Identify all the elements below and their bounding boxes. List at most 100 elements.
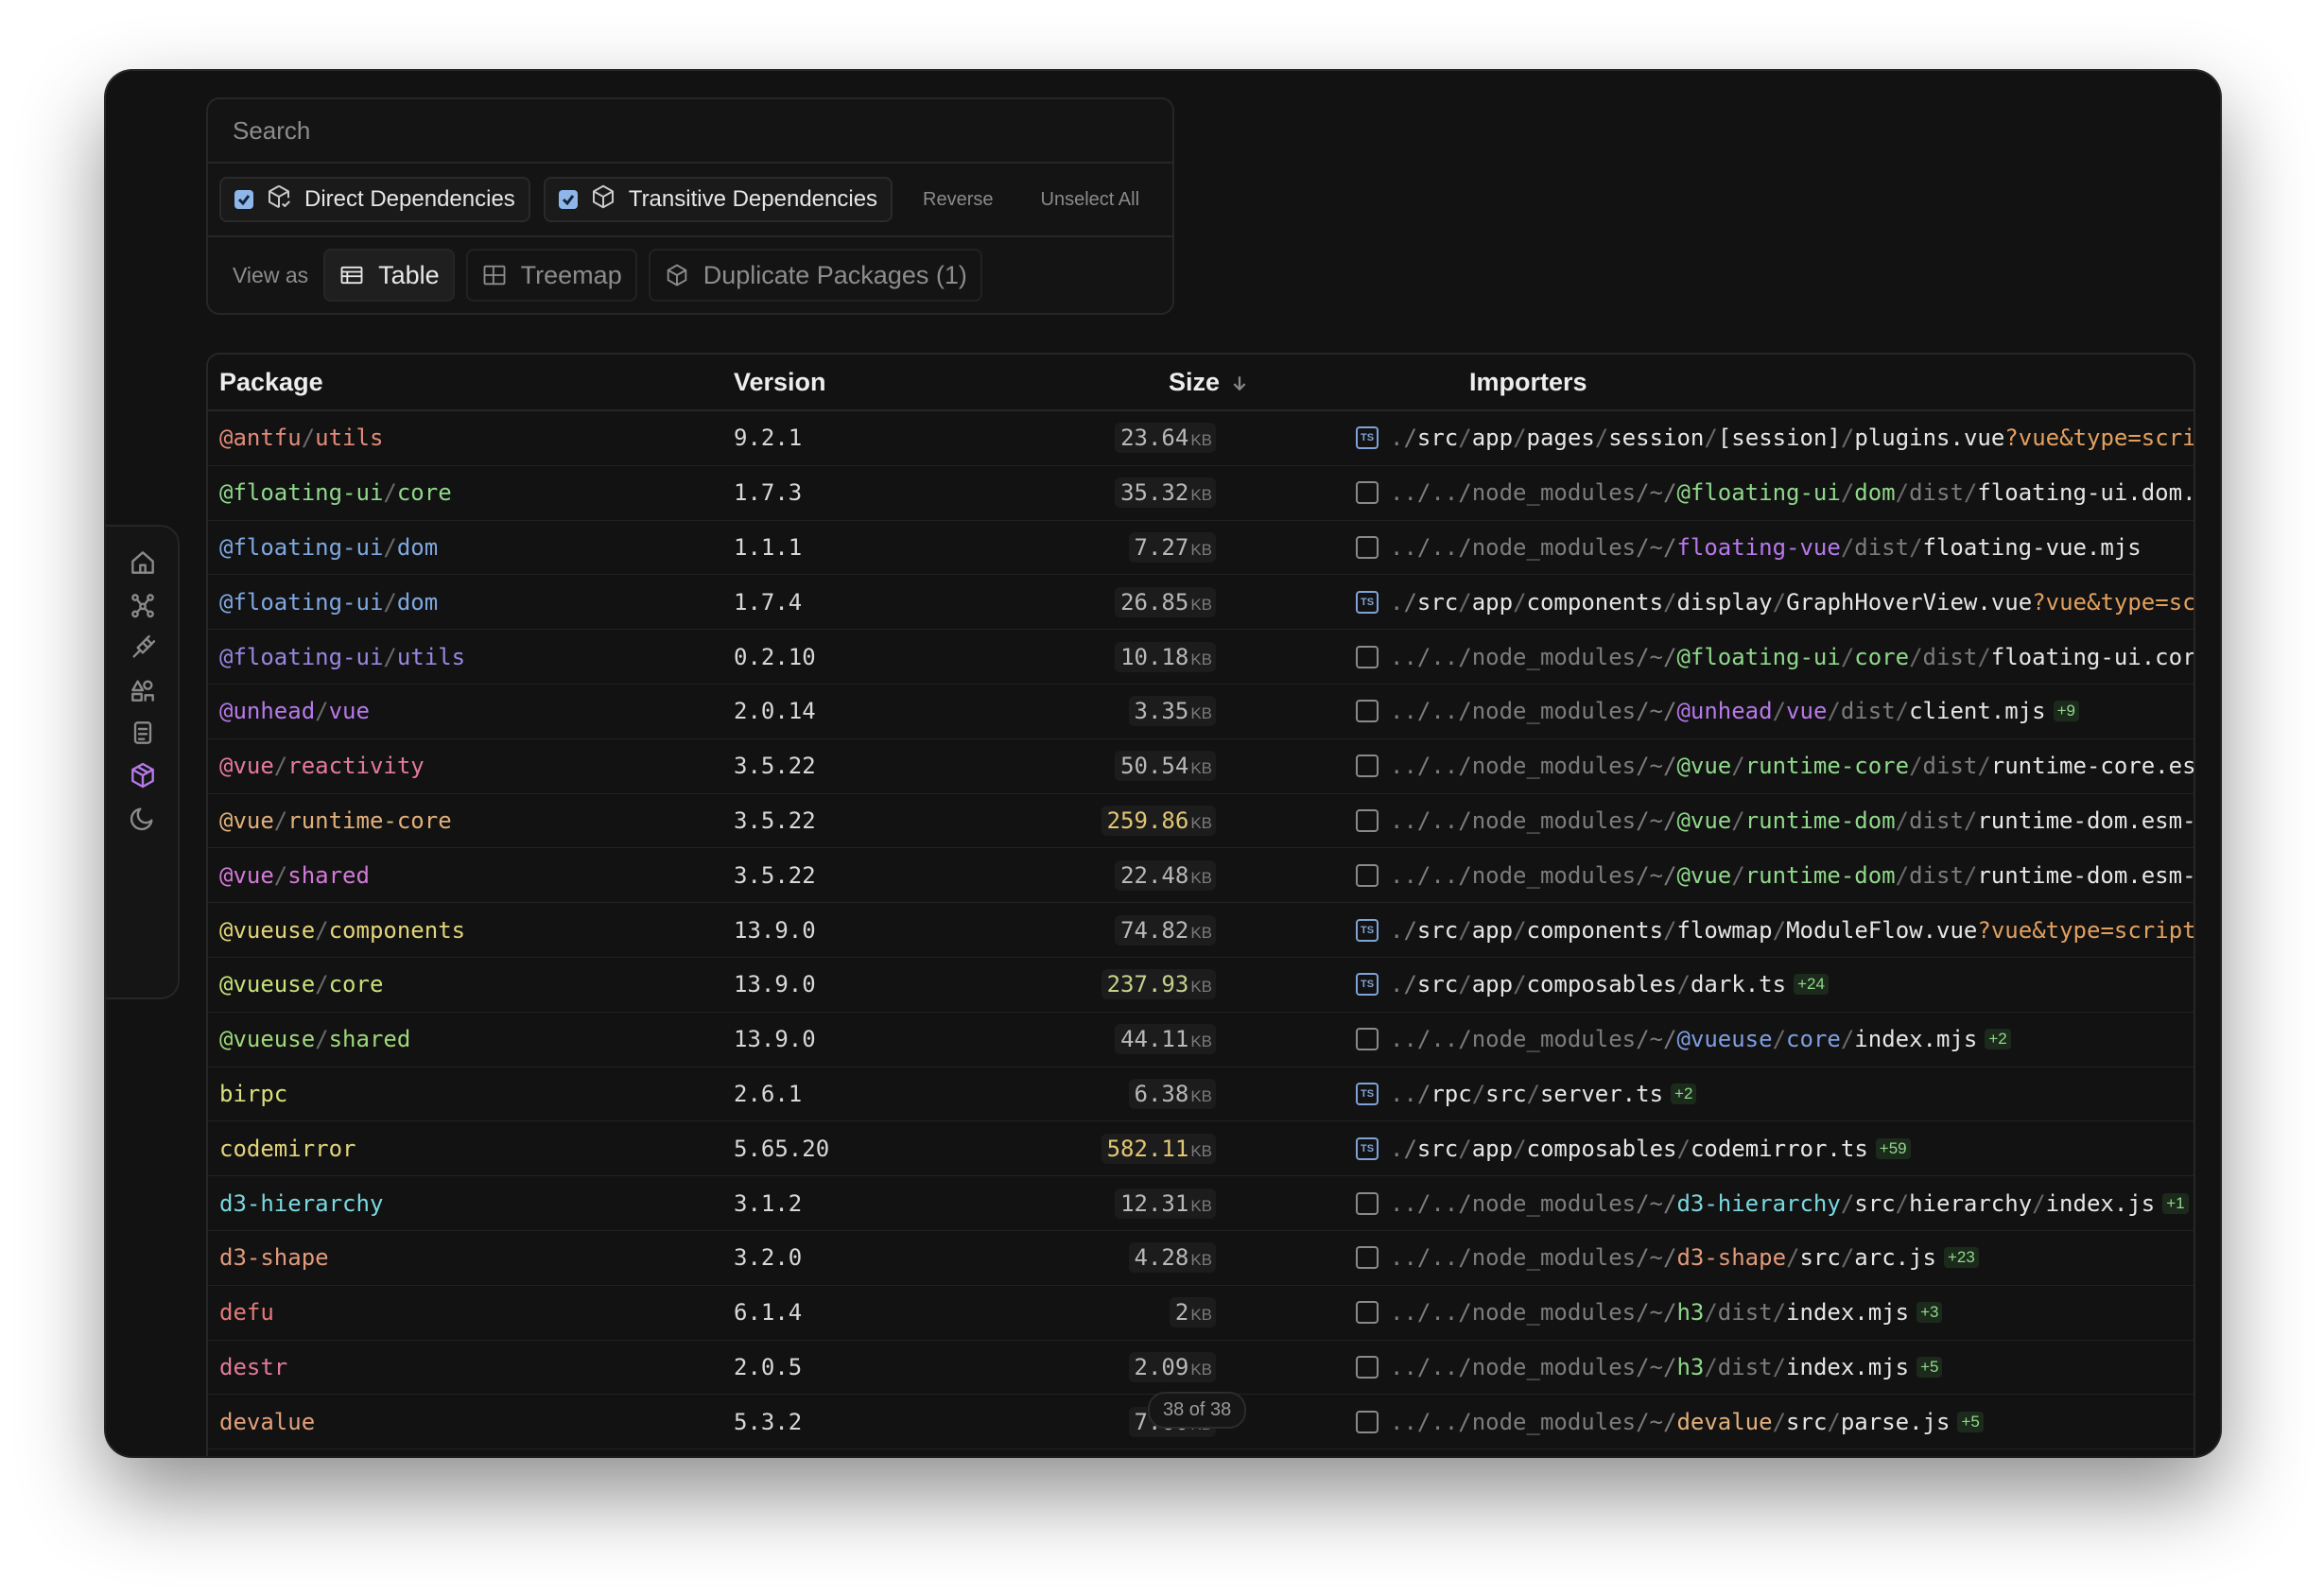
importer-path[interactable]: TS ./src/app/pages/session/[session]/plug… (1356, 411, 2194, 465)
importer-path[interactable]: ../../node_modules/~/@vue/runtime-dom/di… (1356, 794, 2194, 848)
package-name[interactable]: @unhead / vue (219, 685, 370, 738)
reverse-button[interactable]: Reverse (906, 189, 1010, 211)
plugin-icon[interactable] (120, 625, 165, 670)
package-name[interactable]: @vue / runtime-core (219, 794, 452, 848)
table-row[interactable]: @floating-ui / utils 0.2.10 10.18 KB ../../nod… (208, 630, 2194, 685)
table-row[interactable]: @vueuse / shared 13.9.0 44.11 KB ../../node_mo… (208, 1013, 2194, 1067)
path-segment: / (1772, 1353, 1787, 1380)
importer-path[interactable]: ../../node_modules/~/@vue/runtime-dom/di… (1356, 848, 2194, 902)
more-importers-badge[interactable]: +2 (1671, 1083, 1697, 1104)
more-importers-badge[interactable]: +5 (1957, 1411, 1984, 1432)
path-segment: ../../node_modules/~/ (1390, 1244, 1677, 1272)
table-row[interactable]: d3-hierarchy 3.1.2 12.31 KB ../../node_modul… (208, 1176, 2194, 1231)
table-row[interactable]: codemirror 5.65.20 582.11 KB TS ./src/app/com… (208, 1121, 2194, 1177)
table-row[interactable]: birpc 2.6.1 6.38 KB TS ../rpc/src/server.ts +2 (208, 1067, 2194, 1122)
more-importers-badge[interactable]: +5 (1916, 1356, 1943, 1378)
size-unit: KB (1190, 1196, 1212, 1215)
package-name[interactable]: devalue (219, 1395, 315, 1449)
direct-dependencies-toggle[interactable]: Direct Dependencies (219, 177, 530, 222)
table-row[interactable]: @vue / runtime-core 3.5.22 259.86 KB ../../nod… (208, 794, 2194, 849)
more-importers-badge[interactable]: +23 (1944, 1247, 1979, 1269)
checkbox-checked-icon[interactable] (558, 190, 578, 209)
table-row[interactable]: d3-shape 3.2.0 4.28 KB ../../node_modules/~/… (208, 1231, 2194, 1286)
more-importers-badge[interactable]: +24 (1794, 974, 1829, 996)
size-value: 2 KB (1169, 1297, 1216, 1328)
importer-path[interactable]: TS ./src/app/composables/codemirror.ts +59 (1356, 1121, 2194, 1175)
table-row[interactable]: @floating-ui / dom 1.7.4 26.85 KB TS ./src/app/… (208, 575, 2194, 631)
importer-path[interactable]: ../../node_modules/~/d3-shape/src/arc.js… (1356, 1231, 2194, 1285)
importer-path[interactable]: TS ./src/app/composables/dark.ts +24 (1356, 958, 2194, 1012)
more-importers-badge[interactable]: +2 (1985, 1029, 2011, 1050)
importer-path[interactable]: ../../node_modules/~/@floating-ui/core/d… (1356, 630, 2194, 684)
importer-path[interactable]: ../../node_modules/~/@unhead/vue/dist/cl… (1356, 685, 2194, 738)
package-name[interactable]: @floating-ui / utils (219, 630, 465, 684)
path-segment: / (1731, 861, 1745, 889)
more-importers-badge[interactable]: +59 (1875, 1137, 1911, 1159)
more-importers-badge[interactable]: +1 (2162, 1192, 2189, 1214)
size-unit: KB (1190, 868, 1212, 887)
view-duplicates-button[interactable]: Duplicate Packages (1) (648, 249, 982, 302)
graph-icon[interactable] (120, 582, 165, 628)
assets-icon[interactable] (120, 668, 165, 713)
table-row[interactable]: @vueuse / components 13.9.0 74.82 KB TS ./src/a… (208, 903, 2194, 958)
size-number: 74.82 (1120, 916, 1189, 944)
scope-separator: / (383, 588, 397, 616)
path-segment: index.mjs (1786, 1299, 1910, 1327)
moon-icon[interactable] (120, 795, 165, 841)
package-name[interactable]: d3-shape (219, 1231, 329, 1285)
search-input[interactable] (233, 115, 1079, 146)
importer-path[interactable]: ../../node_modules/~/@vue/runtime-core/d… (1356, 739, 2194, 793)
size-number: 2 (1174, 1299, 1189, 1327)
view-table-button[interactable]: Table (323, 249, 455, 302)
importer-path[interactable]: ../../node_modules/~/h3/dist/index.mjs +5 (1356, 1341, 2194, 1395)
package-name[interactable]: defu (219, 1286, 274, 1340)
importer-path[interactable]: ../../node_modules/~/d3-hierarchy/src/hi… (1356, 1176, 2194, 1230)
checkbox-checked-icon[interactable] (234, 190, 253, 209)
docs-icon[interactable] (120, 710, 165, 755)
path-segment: dist (1840, 698, 1896, 725)
packages-table: Package Version Size Importers @antfu / ut… (206, 353, 2195, 1456)
package-name[interactable]: d3-hierarchy (219, 1176, 383, 1230)
table-row[interactable]: @vue / shared 3.5.22 22.48 KB ../../node_modul… (208, 848, 2194, 904)
importer-path[interactable]: ../../node_modules/~/@floating-ui/dom/di… (1356, 466, 2194, 520)
table-row[interactable]: destr 2.0.5 2.09 KB ../../node_modules/~/h3/… (208, 1341, 2194, 1396)
more-importers-badge[interactable]: +9 (2053, 701, 2079, 722)
importer-path[interactable]: ../../node_modules/~/devalue/src/parse.j… (1356, 1395, 2194, 1449)
package-name[interactable]: birpc (219, 1067, 287, 1121)
sort-desc-icon[interactable] (1231, 374, 1248, 391)
more-importers-badge[interactable]: +3 (1916, 1302, 1943, 1324)
package-name[interactable]: @floating-ui / dom (219, 575, 438, 629)
transitive-dependencies-toggle[interactable]: Transitive Dependencies (543, 177, 893, 222)
importer-path[interactable]: ../../node_modules/~/h3/dist/index.mjs +3 (1356, 1286, 2194, 1340)
package-name[interactable]: @floating-ui / core (219, 466, 452, 520)
table-row[interactable]: @floating-ui / core 1.7.3 35.32 KB ../../node_… (208, 466, 2194, 521)
table-row[interactable]: @unhead / vue 2.0.14 3.35 KB ../../node_module… (208, 685, 2194, 739)
package-name[interactable]: codemirror (219, 1121, 356, 1175)
column-header-size[interactable]: Size (1169, 368, 1248, 397)
view-treemap-button[interactable]: Treemap (465, 249, 637, 302)
importer-path[interactable]: ../../node_modules/~/floating-vue/dist/f… (1356, 521, 2194, 575)
table-row[interactable]: @antfu / utils 9.2.1 23.64 KB TS ./src/app/page… (208, 411, 2194, 466)
importer-path[interactable]: TS ./src/app/components/flowmap/ModuleFlo… (1356, 903, 2194, 957)
packages-icon[interactable] (120, 753, 165, 798)
package-name[interactable]: @antfu / utils (219, 411, 383, 465)
home-icon[interactable] (120, 540, 165, 585)
column-header-package[interactable]: Package (219, 368, 323, 397)
importer-path[interactable]: TS ../rpc/src/server.ts +2 (1356, 1067, 2194, 1121)
table-row[interactable]: defu 6.1.4 2 KB ../../node_modules/~/h3/dist… (208, 1286, 2194, 1341)
unselect-all-button[interactable]: Unselect All (1024, 189, 1157, 211)
importer-path[interactable]: ../../node_modules/~/@vueuse/core/index.… (1356, 1013, 2194, 1067)
table-row[interactable]: @vue / reactivity 3.5.22 50.54 KB ../../node_m… (208, 739, 2194, 794)
package-name[interactable]: @vueuse / core (219, 958, 383, 1012)
package-name[interactable]: @vueuse / shared (219, 1013, 410, 1067)
package-name[interactable]: destr (219, 1341, 287, 1395)
package-name[interactable]: @vue / reactivity (219, 739, 425, 793)
package-name[interactable]: @vue / shared (219, 848, 370, 902)
column-header-importers[interactable]: Importers (1469, 368, 1587, 397)
package-name[interactable]: @floating-ui / dom (219, 521, 438, 575)
importer-path[interactable]: TS ./src/app/components/display/GraphHove… (1356, 575, 2194, 629)
table-row[interactable]: @vueuse / core 13.9.0 237.93 KB TS ./src/app/co… (208, 958, 2194, 1013)
column-header-version[interactable]: Version (734, 368, 826, 397)
table-row[interactable]: @floating-ui / dom 1.1.1 7.27 KB ../../node_mo… (208, 521, 2194, 576)
package-name[interactable]: @vueuse / components (219, 903, 465, 957)
